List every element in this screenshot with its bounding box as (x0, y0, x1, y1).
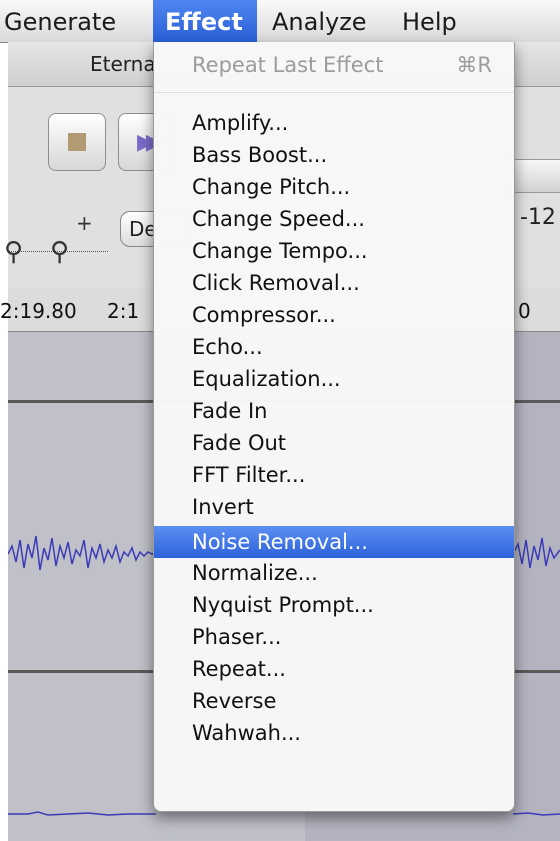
menu-bar: Generate Effect Analyze Help (0, 0, 560, 43)
menu-item-label: Amplify... (192, 111, 289, 135)
window-title: Eterna (90, 52, 156, 76)
menu-item-change-pitch[interactable]: Change Pitch... (154, 174, 514, 201)
menu-item-label: FFT Filter... (192, 463, 306, 487)
menu-item-bass-boost[interactable]: Bass Boost... (154, 142, 514, 169)
menu-help[interactable]: Help (402, 0, 457, 42)
menu-item-noise-removal[interactable]: Noise Removal... (154, 526, 514, 558)
menu-item-change-speed[interactable]: Change Speed... (154, 206, 514, 233)
menu-item-label: Phaser... (192, 625, 282, 649)
menu-item-fade-out[interactable]: Fade Out (154, 430, 514, 457)
menu-item-label: Repeat Last Effect (192, 53, 384, 77)
stop-button[interactable] (48, 113, 106, 171)
menu-item-compressor[interactable]: Compressor... (154, 302, 514, 329)
menu-item-label: Normalize... (192, 561, 318, 585)
menu-item-normalize[interactable]: Normalize... (154, 560, 514, 587)
effect-menu: Repeat Last Effect ⌘R Amplify... Bass Bo… (153, 42, 515, 812)
menu-item-wahwah[interactable]: Wahwah... (154, 720, 514, 747)
menu-item-fft-filter[interactable]: FFT Filter... (154, 462, 514, 489)
menu-item-label: Change Tempo... (192, 239, 368, 263)
screen: Generate Effect Analyze Help Eterna ▶▶ -… (0, 0, 560, 841)
menu-item-change-tempo[interactable]: Change Tempo... (154, 238, 514, 265)
menu-item-label: Echo... (192, 335, 263, 359)
menu-item-label: Fade In (192, 399, 268, 423)
zoom-in-icon[interactable]: ⚲ (4, 237, 23, 267)
menu-generate[interactable]: Generate (4, 0, 116, 42)
menu-item-label: Noise Removal... (192, 530, 368, 554)
menu-item-repeat-last-effect: Repeat Last Effect ⌘R (154, 52, 514, 79)
stop-icon (68, 133, 86, 151)
menu-item-reverse[interactable]: Reverse (154, 688, 514, 715)
menu-effect[interactable]: Effect (153, 0, 257, 42)
menu-item-label: Repeat... (192, 657, 286, 681)
ruler-tick: 2:1 (107, 299, 140, 323)
menu-item-fade-in[interactable]: Fade In (154, 398, 514, 425)
menu-item-label: Change Speed... (192, 207, 365, 231)
menu-item-label: Fade Out (192, 431, 287, 455)
menu-item-repeat[interactable]: Repeat... (154, 656, 514, 683)
menu-analyze[interactable]: Analyze (272, 0, 367, 42)
waveform-track-1-right (512, 537, 560, 569)
menu-item-shortcut: ⌘R (456, 53, 492, 77)
ruler-tick: 2:19.80 (0, 299, 77, 323)
menu-item-label: Click Removal... (192, 271, 360, 295)
menu-item-echo[interactable]: Echo... (154, 334, 514, 361)
menu-separator (154, 92, 514, 93)
waveform-track-2 (8, 811, 156, 816)
ruler-tick: 0 (518, 299, 531, 323)
menu-item-label: Nyquist Prompt... (192, 593, 374, 617)
meter-strip (508, 159, 560, 193)
menu-item-phaser[interactable]: Phaser... (154, 624, 514, 651)
meter-db-label: -12 (520, 205, 556, 230)
menu-item-label: Compressor... (192, 303, 336, 327)
menu-item-label: Equalization... (192, 367, 341, 391)
menu-item-amplify[interactable]: Amplify... (154, 110, 514, 137)
slider-plus-icon: + (76, 211, 93, 235)
menu-item-label: Wahwah... (192, 721, 301, 745)
menu-item-label: Bass Boost... (192, 143, 328, 167)
waveform-track-2-right (512, 812, 560, 816)
menu-item-label: Invert (192, 495, 254, 519)
menu-item-click-removal[interactable]: Click Removal... (154, 270, 514, 297)
menu-item-equalization[interactable]: Equalization... (154, 366, 514, 393)
menu-item-label: Change Pitch... (192, 175, 351, 199)
menu-item-label: Reverse (192, 689, 277, 713)
menu-item-invert[interactable]: Invert (154, 494, 514, 521)
zoom-out-icon[interactable]: ⚲ (50, 237, 69, 267)
waveform-track-1 (8, 535, 157, 571)
menu-item-nyquist-prompt[interactable]: Nyquist Prompt... (154, 592, 514, 619)
